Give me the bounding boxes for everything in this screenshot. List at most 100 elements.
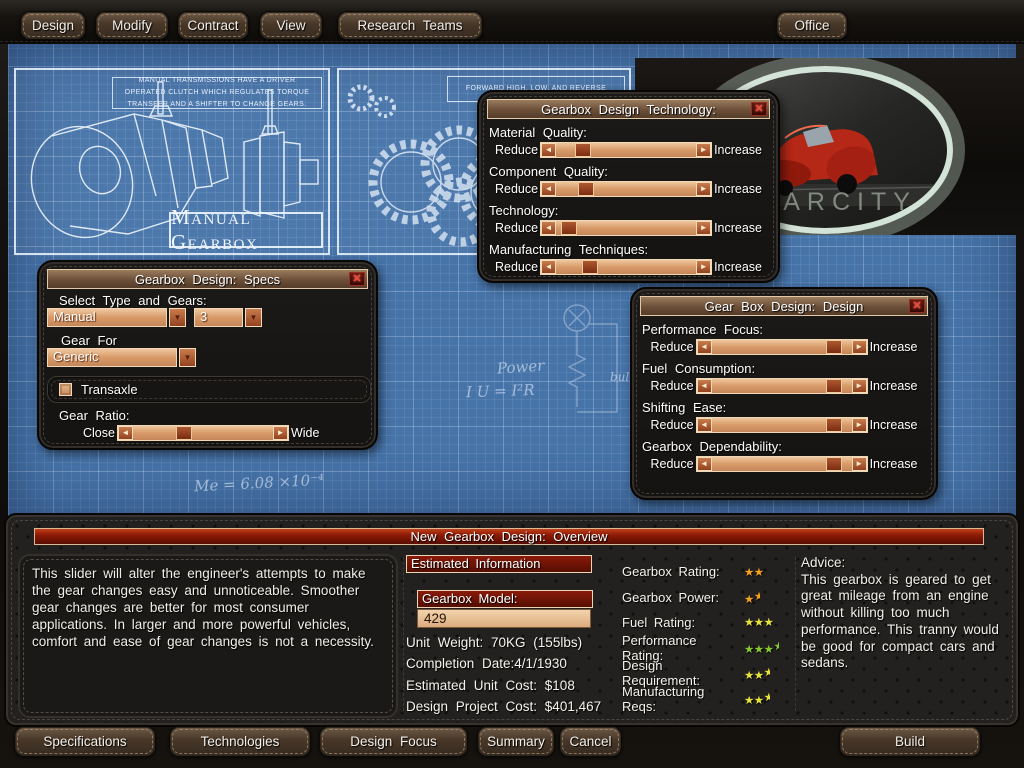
slider-reduce-label: Reduce — [650, 418, 693, 432]
gear-for-dropdown[interactable]: Generic ▼ — [47, 348, 196, 367]
rating-label: Fuel Rating: — [622, 615, 744, 630]
slider-increase-arrow-icon[interactable]: ► — [696, 182, 711, 196]
slider-increase-arrow-icon[interactable]: ► — [852, 379, 867, 393]
slider-handle[interactable] — [582, 260, 598, 274]
slider-track[interactable] — [133, 426, 273, 440]
slider-decrease-arrow-icon[interactable]: ◄ — [541, 182, 556, 196]
slider-increase-arrow-icon[interactable]: ► — [696, 221, 711, 235]
transaxle-panel: Transaxle — [47, 376, 371, 403]
gear-count-value[interactable]: 3 — [194, 308, 243, 327]
chalk-formula: Me = 6.08 ×10⁻⁴ — [194, 471, 325, 496]
menu-button-research-teams[interactable]: Research Teams — [337, 11, 483, 40]
slider-track[interactable] — [556, 143, 696, 157]
slider-increase-arrow-icon[interactable]: ► — [852, 418, 867, 432]
slider-row: Reduce ◄ ► Increase — [479, 259, 778, 275]
specifications-button[interactable]: Specifications — [14, 726, 156, 757]
gearbox-type-value[interactable]: Manual — [47, 308, 167, 327]
slider-increase-arrow-icon[interactable]: ► — [696, 260, 711, 274]
completion-date: Completion Date:4/1/1930 — [406, 656, 604, 671]
gearbox-type-dropdown[interactable]: Manual ▼ — [47, 308, 186, 327]
slider-list: Performance Focus: Reduce ◄ ► Increase F… — [632, 322, 936, 472]
description-box: This slider will alter the engineer's at… — [18, 554, 398, 718]
slider-handle[interactable] — [826, 457, 842, 471]
slider[interactable]: ◄ ► — [540, 142, 712, 158]
slider[interactable]: ◄ ► — [696, 378, 868, 394]
slider-label: Component Quality: — [489, 164, 778, 179]
build-button[interactable]: Build — [839, 726, 981, 757]
cancel-button[interactable]: Cancel — [559, 726, 622, 757]
chevron-down-icon[interactable]: ▼ — [179, 348, 196, 367]
overview-title: New Gearbox Design: Overview — [411, 529, 608, 544]
slider-track[interactable] — [556, 221, 696, 235]
rating-row: Manufacturing Reqs: ★★★ — [622, 686, 802, 711]
slider-track[interactable] — [712, 418, 852, 432]
menu-button-design[interactable]: Design — [20, 11, 86, 40]
slider-increase-arrow-icon[interactable]: ► — [273, 426, 288, 440]
close-icon[interactable]: ✕ — [751, 102, 767, 116]
slider-track[interactable] — [556, 260, 696, 274]
slider-decrease-arrow-icon[interactable]: ◄ — [541, 221, 556, 235]
chevron-down-icon[interactable]: ▼ — [245, 308, 262, 327]
slider-decrease-arrow-icon[interactable]: ◄ — [697, 418, 712, 432]
slider-handle[interactable] — [176, 426, 192, 440]
slider-group: Fuel Consumption: Reduce ◄ ► Increase — [632, 361, 936, 394]
slider-handle[interactable] — [826, 418, 842, 432]
slider-increase-arrow-icon[interactable]: ► — [696, 143, 711, 157]
slider-wide-label: Wide — [291, 426, 319, 440]
slider-decrease-arrow-icon[interactable]: ◄ — [697, 340, 712, 354]
gearbox-technology-dialog: Gearbox Design Technology: ✕ Material Qu… — [477, 90, 780, 283]
menu-button-office[interactable]: Office — [776, 11, 848, 40]
slider-handle[interactable] — [578, 182, 594, 196]
chevron-down-icon[interactable]: ▼ — [169, 308, 186, 327]
slider-track[interactable] — [712, 457, 852, 471]
transaxle-checkbox[interactable] — [59, 383, 72, 396]
gear-for-value[interactable]: Generic — [47, 348, 177, 367]
advice-text: This gearbox is geared to get great mile… — [801, 572, 1019, 672]
slider-increase-arrow-icon[interactable]: ► — [852, 340, 867, 354]
close-icon[interactable]: ✕ — [349, 272, 365, 286]
gear-ratio-slider[interactable]: ◄ ► — [117, 425, 289, 441]
slider-track[interactable] — [712, 340, 852, 354]
slider-increase-label: Increase — [714, 182, 762, 196]
estimated-info-column: Estimated Information Gearbox Model: Uni… — [406, 555, 604, 714]
slider-handle[interactable] — [561, 221, 577, 235]
slider-reduce-label: Reduce — [495, 182, 538, 196]
blueprint-manual-gearbox-panel: Manual transmissions have a driver opera… — [14, 68, 330, 255]
slider-track[interactable] — [556, 182, 696, 196]
slider-handle[interactable] — [826, 340, 842, 354]
slider-row: Reduce ◄ ► Increase — [479, 181, 778, 197]
slider-track[interactable] — [712, 379, 852, 393]
slider-decrease-arrow-icon[interactable]: ◄ — [541, 143, 556, 157]
slider-reduce-label: Reduce — [650, 340, 693, 354]
gearbox-model-input[interactable] — [417, 609, 591, 628]
close-icon[interactable]: ✕ — [909, 299, 925, 313]
slider[interactable]: ◄ ► — [696, 339, 868, 355]
slider-handle[interactable] — [826, 379, 842, 393]
dialog-title: Gearbox Design Technology: — [541, 102, 716, 117]
blueprint-caption: Manual transmissions have a driver opera… — [112, 77, 322, 109]
design-focus-button[interactable]: Design Focus — [319, 726, 468, 757]
estimated-unit-cost: Estimated Unit Cost: $108 — [406, 678, 604, 693]
slider[interactable]: ◄ ► — [540, 259, 712, 275]
slider-decrease-arrow-icon[interactable]: ◄ — [697, 379, 712, 393]
summary-button[interactable]: Summary — [477, 726, 555, 757]
slider-decrease-arrow-icon[interactable]: ◄ — [697, 457, 712, 471]
rating-row: Gearbox Power: ★★ — [622, 584, 802, 609]
slider[interactable]: ◄ ► — [540, 220, 712, 236]
slider-group: Performance Focus: Reduce ◄ ► Increase — [632, 322, 936, 355]
menu-button-view[interactable]: View — [259, 11, 323, 40]
menu-button-modify[interactable]: Modify — [95, 11, 169, 40]
slider[interactable]: ◄ ► — [696, 417, 868, 433]
technologies-button[interactable]: Technologies — [169, 726, 311, 757]
slider-decrease-arrow-icon[interactable]: ◄ — [118, 426, 133, 440]
slider-reduce-label: Reduce — [495, 143, 538, 157]
slider[interactable]: ◄ ► — [540, 181, 712, 197]
design-project-cost: Design Project Cost: $401,467 — [406, 699, 604, 714]
slider[interactable]: ◄ ► — [696, 456, 868, 472]
star-rating: ★★ — [744, 565, 764, 579]
slider-increase-arrow-icon[interactable]: ► — [852, 457, 867, 471]
menu-button-contract[interactable]: Contract — [177, 11, 249, 40]
slider-decrease-arrow-icon[interactable]: ◄ — [541, 260, 556, 274]
gear-count-dropdown[interactable]: 3 ▼ — [194, 308, 262, 327]
slider-handle[interactable] — [575, 143, 591, 157]
